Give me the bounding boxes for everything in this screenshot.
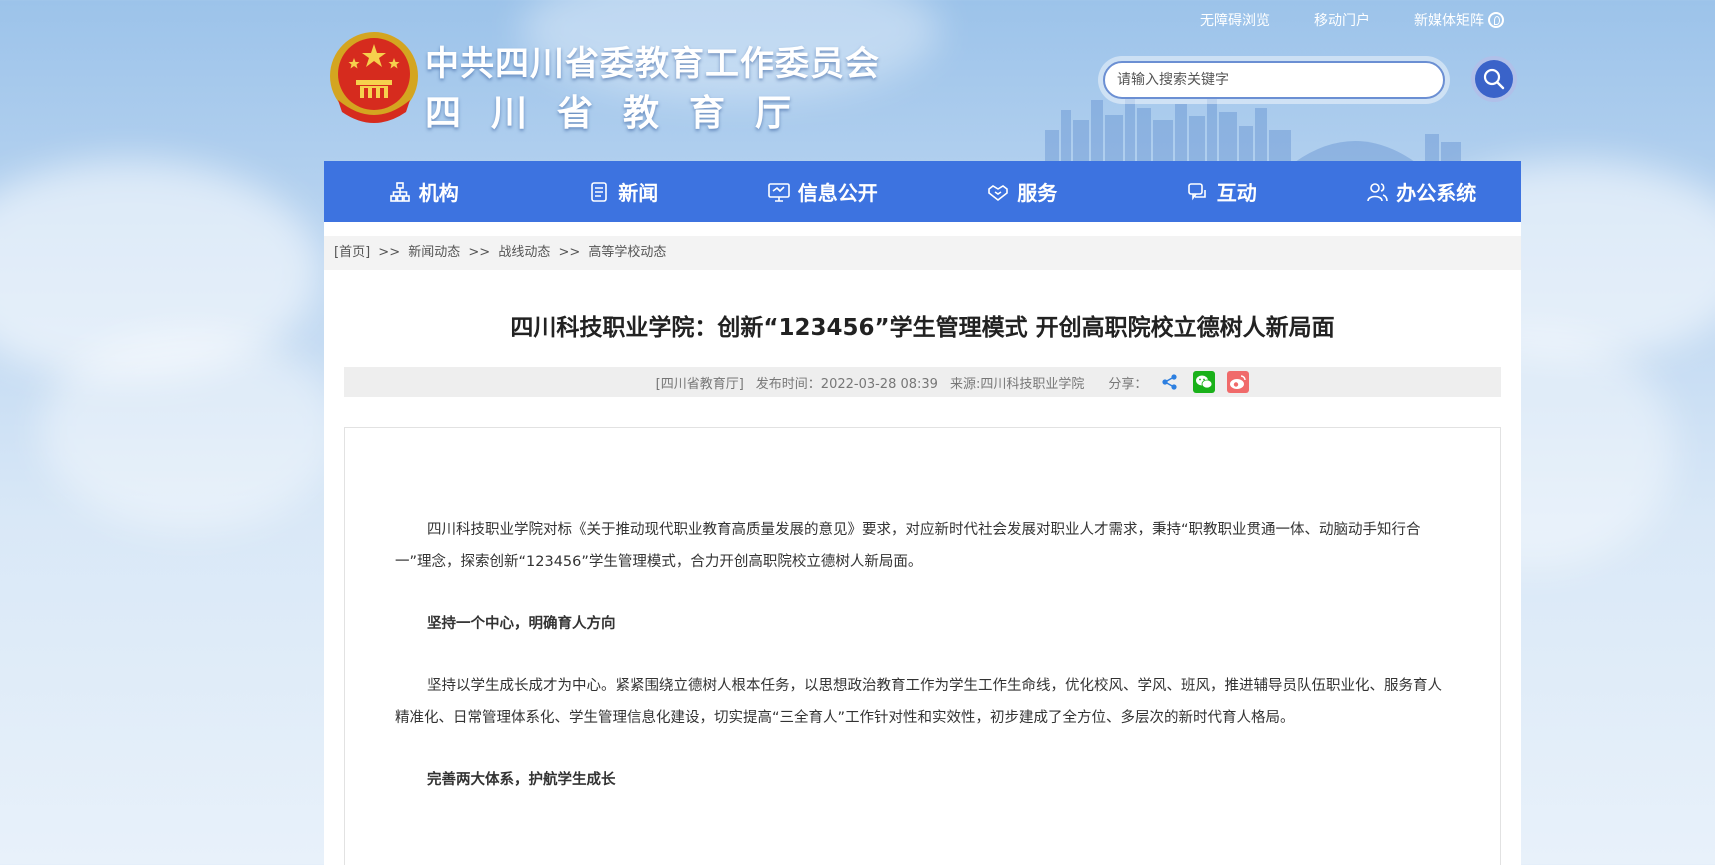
- breadcrumb-home[interactable]: [首页]: [334, 245, 370, 260]
- search-button[interactable]: [1471, 56, 1517, 102]
- nav-item-news[interactable]: 新闻: [524, 161, 724, 222]
- breadcrumb-sep: >>: [558, 245, 581, 260]
- new-media-link[interactable]: 新媒体矩阵: [1414, 10, 1504, 30]
- share-nodes-icon: [1162, 374, 1177, 390]
- meta-source-tag: [四川省教育厅]: [655, 376, 744, 392]
- article-paragraph: 坚持以学生成长成才为中心。紧紧围绕立德树人根本任务，以思想政治教育工作为学生工作…: [395, 678, 1442, 726]
- handshake-icon: [988, 184, 1009, 201]
- nav-label-service: 服务: [1017, 181, 1058, 205]
- breadcrumb-sep: >>: [468, 245, 491, 260]
- search-box: [1098, 56, 1450, 104]
- national-emblem-icon: [330, 32, 418, 123]
- main-nav: 机构 新闻 信息公开 服务 互动 办公系统: [324, 161, 1521, 222]
- nav-label-info: 信息公开: [797, 181, 878, 205]
- nav-label-news: 新闻: [618, 181, 659, 205]
- article-section-heading: 完善两大体系，护航学生成长: [427, 772, 616, 788]
- share-icon[interactable]: [1159, 371, 1181, 393]
- article-content-box: 四川科技职业学院对标《关于推动现代职业教育高质量发展的意见》要求，对应新时代社会…: [344, 427, 1501, 865]
- wechat-share-button[interactable]: [1193, 371, 1216, 393]
- nav-label-interact: 互动: [1216, 181, 1257, 205]
- meta-publish-time: 发布时间：2022-03-28 08:39: [755, 376, 938, 392]
- meta-share-label: 分享：: [1108, 376, 1148, 392]
- breadcrumb-news[interactable]: 新闻动态: [408, 245, 460, 260]
- breadcrumb-college[interactable]: 高等学校动态: [588, 245, 666, 260]
- content-panel: [首页] >> 新闻动态 >> 战线动态 >> 高等学校动态 四川科技职业学院：…: [324, 222, 1521, 865]
- wechat-icon: [1196, 375, 1213, 389]
- article-section-heading: 坚持一个中心，明确育人方向: [427, 616, 616, 632]
- mobile-portal-link[interactable]: 移动门户: [1314, 10, 1370, 30]
- article-body: 四川科技职业学院对标《关于推动现代职业教育高质量发展的意见》要求，对应新时代社会…: [395, 514, 1455, 826]
- article-title: 四川科技职业学院：创新“123456”学生管理模式 开创高职院校立德树人新局面: [510, 315, 1335, 341]
- header-title-line1: 中共四川省委教育工作委员会: [425, 44, 880, 84]
- breadcrumb-frontline[interactable]: 战线动态: [498, 245, 550, 260]
- article-meta: [四川省教育厅] 发布时间：2022-03-28 08:39 来源:四川科技职业…: [344, 367, 1501, 397]
- chat-icon: [1187, 182, 1206, 200]
- article-paragraph: 四川科技职业学院对标《关于推动现代职业教育高质量发展的意见》要求，对应新时代社会…: [395, 522, 1421, 570]
- media-matrix-icon: [1488, 12, 1504, 28]
- weibo-share-button[interactable]: [1227, 371, 1250, 393]
- accessible-browse-link[interactable]: 无障碍浏览: [1200, 10, 1270, 30]
- top-links: 无障碍浏览 移动门户 新媒体矩阵: [1200, 10, 1504, 30]
- nav-item-info[interactable]: 信息公开: [723, 161, 923, 222]
- user-group-icon: [1367, 182, 1389, 201]
- weibo-icon: [1230, 375, 1247, 389]
- nav-label-org: 机构: [418, 181, 459, 205]
- search-icon: [1483, 68, 1505, 90]
- nav-item-service[interactable]: 服务: [923, 161, 1123, 222]
- news-icon: [591, 181, 608, 202]
- breadcrumb: [首页] >> 新闻动态 >> 战线动态 >> 高等学校动态: [324, 236, 1521, 270]
- nav-label-office: 办公系统: [1396, 181, 1477, 205]
- monitor-icon: [767, 182, 790, 202]
- header-title-line2: 四川省教育厅: [425, 93, 822, 134]
- nav-item-office[interactable]: 办公系统: [1322, 161, 1522, 222]
- nav-item-interact[interactable]: 互动: [1122, 161, 1322, 222]
- breadcrumb-sep: >>: [378, 245, 401, 260]
- org-chart-icon: [389, 181, 410, 202]
- meta-origin: 来源:四川科技职业学院: [949, 376, 1085, 392]
- new-media-label: 新媒体矩阵: [1414, 13, 1484, 29]
- nav-item-org[interactable]: 机构: [324, 161, 524, 222]
- search-input[interactable]: [1103, 61, 1445, 99]
